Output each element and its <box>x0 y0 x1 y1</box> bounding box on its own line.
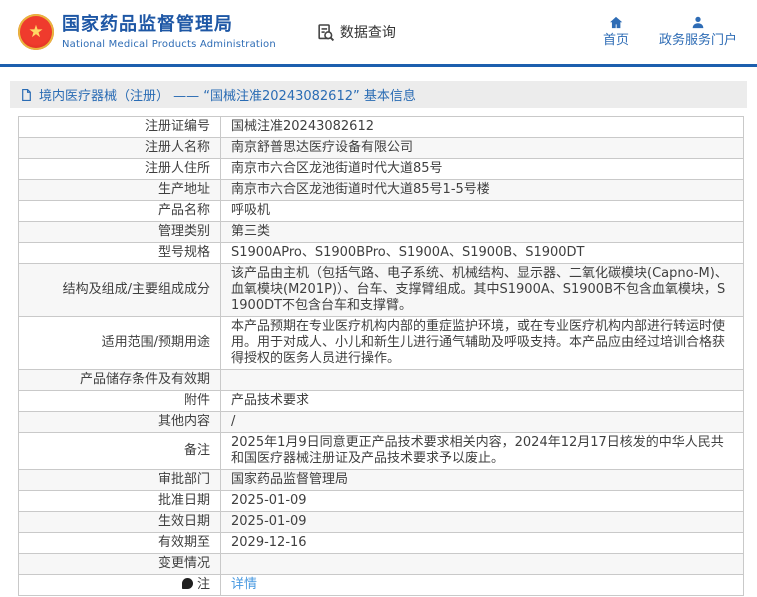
row-value: 详情 <box>221 575 744 596</box>
row-value: 国家药品监督管理局 <box>221 470 744 491</box>
row-label-text: 生产地址 <box>158 182 210 197</box>
row-value: 国械注准20243082612 <box>221 117 744 138</box>
content-area: 注册证编号国械注准20243082612注册人名称南京舒普思达医疗设备有限公司注… <box>18 116 744 596</box>
table-row: 审批部门国家药品监督管理局 <box>19 470 744 491</box>
table-row: 注 详情 <box>19 575 744 596</box>
row-label: 注册证编号 <box>19 117 221 138</box>
table-row: 生产地址南京市六合区龙池街道时代大道85号1-5号楼 <box>19 180 744 201</box>
row-label: 变更情况 <box>19 554 221 575</box>
table-row: 其他内容 / <box>19 412 744 433</box>
breadcrumb-text: 境内医疗器械（注册） —— “国械注准20243082612” 基本信息 <box>39 85 416 104</box>
row-value <box>221 370 744 391</box>
row-label-text: 产品储存条件及有效期 <box>80 372 210 387</box>
row-label: 产品储存条件及有效期 <box>19 370 221 391</box>
row-label: 结构及组成/主要组成成分 <box>19 264 221 317</box>
row-label: 有效期至 <box>19 533 221 554</box>
row-label-text: 管理类别 <box>158 224 210 239</box>
header-divider <box>0 64 757 67</box>
row-label-text: 备注 <box>184 443 210 458</box>
breadcrumb: 境内医疗器械（注册） —— “国械注准20243082612” 基本信息 <box>10 81 747 108</box>
table-row: 有效期至 2029-12-16 <box>19 533 744 554</box>
table-row: 产品储存条件及有效期 <box>19 370 744 391</box>
row-value: 2025-01-09 <box>221 512 744 533</box>
document-icon <box>20 88 33 102</box>
row-label: 注册人住所 <box>19 159 221 180</box>
row-value: 本产品预期在专业医疗机构内部的重症监护环境，或在专业医疗机构内部进行转运时使用。… <box>221 317 744 370</box>
row-label-text: 适用范围/预期用途 <box>102 335 210 350</box>
row-label-text: 注册人名称 <box>145 140 210 155</box>
brand-logo[interactable]: ★ 国家药品监督管理局 National Medical Products Ad… <box>18 14 276 50</box>
row-label-text: 型号规格 <box>158 245 210 260</box>
row-value: 第三类 <box>221 222 744 243</box>
row-label: 产品名称 <box>19 201 221 222</box>
table-row: 注册证编号国械注准20243082612 <box>19 117 744 138</box>
user-icon <box>690 15 706 30</box>
nav-home-label: 首页 <box>603 33 629 49</box>
row-value: 呼吸机 <box>221 201 744 222</box>
row-value: S1900APro、S1900BPro、S1900A、S1900B、S1900D… <box>221 243 744 264</box>
table-row: 结构及组成/主要组成成分该产品由主机（包括气路、电子系统、机械结构、显示器、二氧… <box>19 264 744 317</box>
row-label-text: 产品名称 <box>158 203 210 218</box>
row-label: 生产地址 <box>19 180 221 201</box>
row-label-text: 附件 <box>184 393 210 408</box>
registration-info-table: 注册证编号国械注准20243082612注册人名称南京舒普思达医疗设备有限公司注… <box>18 116 744 596</box>
row-value: 该产品由主机（包括气路、电子系统、机械结构、显示器、二氧化碳模块(Capno-M… <box>221 264 744 317</box>
data-query-label: 数据查询 <box>340 22 396 42</box>
row-label: 管理类别 <box>19 222 221 243</box>
row-label-text: 注册人住所 <box>145 161 210 176</box>
row-label: 注册人名称 <box>19 138 221 159</box>
table-row: 产品名称呼吸机 <box>19 201 744 222</box>
national-emblem-icon: ★ <box>18 14 54 50</box>
row-label: 批准日期 <box>19 491 221 512</box>
table-row: 管理类别第三类 <box>19 222 744 243</box>
row-value: 南京舒普思达医疗设备有限公司 <box>221 138 744 159</box>
site-subtitle: National Medical Products Administration <box>62 39 276 50</box>
table-row: 变更情况 <box>19 554 744 575</box>
row-label-text: 有效期至 <box>158 535 210 550</box>
row-label-text: 注 <box>197 577 210 592</box>
row-label: 注 <box>19 575 221 596</box>
home-icon <box>608 15 624 30</box>
row-value: 南京市六合区龙池街道时代大道85号 <box>221 159 744 180</box>
nav-gov-portal[interactable]: 政务服务门户 <box>659 15 737 49</box>
table-row: 注册人名称南京舒普思达医疗设备有限公司 <box>19 138 744 159</box>
row-label-text: 审批部门 <box>158 472 210 487</box>
row-label-text: 变更情况 <box>158 556 210 571</box>
site-header: ★ 国家药品监督管理局 National Medical Products Ad… <box>0 0 757 64</box>
table-row: 生效日期 2025-01-09 <box>19 512 744 533</box>
nav-home[interactable]: 首页 <box>603 15 629 49</box>
nav-gov-portal-label: 政务服务门户 <box>659 33 737 49</box>
table-row: 型号规格 S1900APro、S1900BPro、S1900A、S1900B、S1… <box>19 243 744 264</box>
data-query-button[interactable]: 数据查询 <box>316 22 396 42</box>
row-label-text: 生效日期 <box>158 514 210 529</box>
row-label-text: 结构及组成/主要组成成分 <box>63 282 210 297</box>
note-icon <box>182 578 193 589</box>
row-value: 2025年1月9日同意更正产品技术要求相关内容，2024年12月17日核发的中华… <box>221 433 744 470</box>
site-title: 国家药品监督管理局 <box>62 14 276 37</box>
table-row: 备注 2025年1月9日同意更正产品技术要求相关内容，2024年12月17日核发的… <box>19 433 744 470</box>
row-label-text: 其他内容 <box>158 414 210 429</box>
row-value: 2029-12-16 <box>221 533 744 554</box>
row-label: 附件 <box>19 391 221 412</box>
row-value: 南京市六合区龙池街道时代大道85号1-5号楼 <box>221 180 744 201</box>
row-label: 适用范围/预期用途 <box>19 317 221 370</box>
row-label: 其他内容 <box>19 412 221 433</box>
detail-link[interactable]: 详情 <box>231 577 257 592</box>
row-value: / <box>221 412 744 433</box>
row-label-text: 注册证编号 <box>145 119 210 134</box>
row-value <box>221 554 744 575</box>
table-row: 批准日期 2025-01-09 <box>19 491 744 512</box>
row-value: 2025-01-09 <box>221 491 744 512</box>
top-nav: 首页 政务服务门户 <box>603 15 743 49</box>
row-label: 审批部门 <box>19 470 221 491</box>
row-label: 备注 <box>19 433 221 470</box>
row-value: 产品技术要求 <box>221 391 744 412</box>
table-row: 注册人住所南京市六合区龙池街道时代大道85号 <box>19 159 744 180</box>
table-row: 附件产品技术要求 <box>19 391 744 412</box>
row-label: 生效日期 <box>19 512 221 533</box>
table-row: 适用范围/预期用途本产品预期在专业医疗机构内部的重症监护环境，或在专业医疗机构内… <box>19 317 744 370</box>
row-label-text: 批准日期 <box>158 493 210 508</box>
row-label: 型号规格 <box>19 243 221 264</box>
doc-search-icon <box>316 23 335 42</box>
